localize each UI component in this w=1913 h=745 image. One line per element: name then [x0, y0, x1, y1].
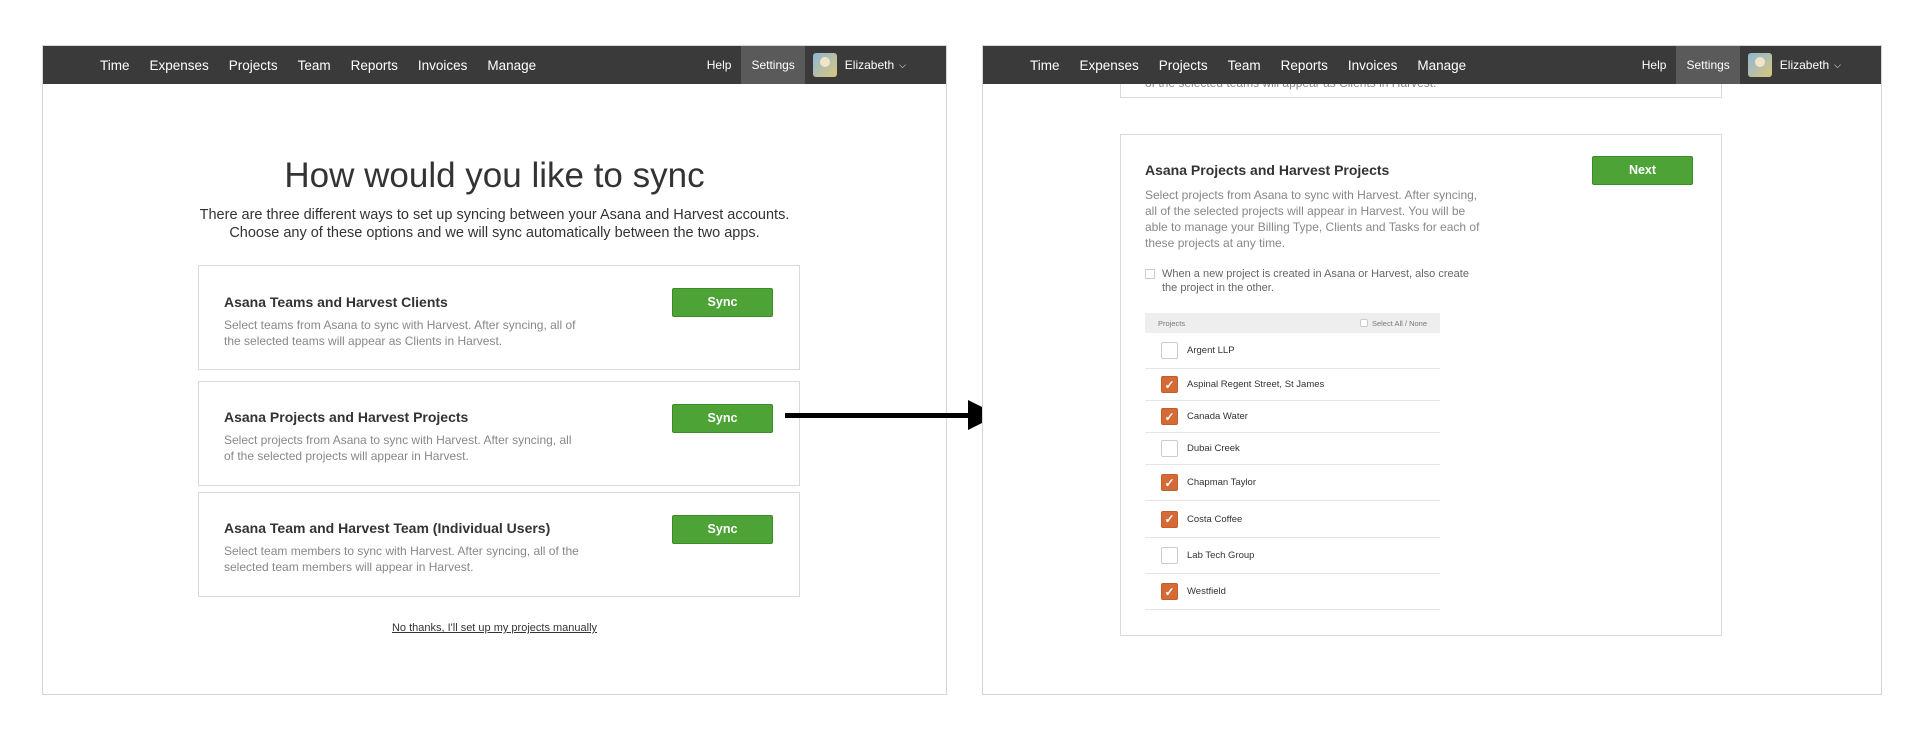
card-description: Select teams from Asana to sync with Har…	[224, 318, 576, 348]
auto-create-label: When a new project is created in Asana o…	[1162, 268, 1469, 294]
nav-reports[interactable]: Reports	[1281, 58, 1328, 73]
teams-clients-card: Asana Teams and Harvest Clients Select t…	[198, 265, 800, 370]
checkmark-icon[interactable]: ✓	[1161, 474, 1178, 491]
top-navigation: Time Expenses Projects Team Reports Invo…	[983, 46, 1881, 84]
project-name: Aspinal Regent Street, St James	[1187, 379, 1325, 390]
sync-projects-button[interactable]: Sync	[672, 404, 773, 433]
chevron-down-icon: ⌵	[899, 59, 906, 70]
nav-projects[interactable]: Projects	[1159, 58, 1208, 73]
project-row[interactable]: ✓ Costa Coffee	[1145, 501, 1440, 538]
nav-invoices[interactable]: Invoices	[1348, 58, 1398, 73]
page-title: How would you like to sync	[284, 156, 705, 195]
sync-teams-button[interactable]: Sync	[672, 288, 773, 317]
nav-help[interactable]: Help	[1642, 58, 1667, 72]
projects-list: Projects Select All / None Argent LLP ✓ …	[1145, 313, 1440, 610]
select-all-toggle[interactable]: Select All / None	[1359, 318, 1427, 328]
auto-create-option[interactable]: When a new project is created in Asana o…	[1145, 267, 1485, 295]
projects-list-header: Projects Select All / None	[1145, 313, 1440, 333]
column-header-projects: Projects	[1158, 318, 1186, 328]
project-name: Costa Coffee	[1187, 513, 1243, 525]
project-row[interactable]: ✓ Westfield	[1145, 574, 1440, 610]
auto-create-checkbox[interactable]	[1145, 269, 1155, 279]
project-name: Dubai Creek	[1187, 443, 1240, 454]
select-all-checkbox[interactable]	[1359, 319, 1368, 327]
nav-expenses[interactable]: Expenses	[150, 58, 209, 73]
project-row[interactable]: ✓ Chapman Taylor	[1145, 465, 1440, 501]
manual-setup-link[interactable]: No thanks, I'll set up my projects manua…	[43, 622, 946, 634]
project-name: Chapman Taylor	[1187, 477, 1257, 488]
card-description: Select projects from Asana to sync with …	[224, 433, 572, 463]
nav-manage[interactable]: Manage	[1417, 58, 1466, 73]
chevron-down-icon: ⌵	[1834, 59, 1841, 70]
checkmark-icon[interactable]: ✓	[1161, 408, 1178, 425]
user-name: Elizabeth	[844, 58, 895, 72]
nav-invoices[interactable]: Invoices	[418, 58, 468, 73]
nav-team[interactable]: Team	[1228, 58, 1261, 73]
nav-time[interactable]: Time	[1030, 58, 1060, 73]
project-name: Argent LLP	[1187, 345, 1235, 356]
project-name: Westfield	[1187, 586, 1226, 597]
projects-sync-card: Asana Projects and Harvest Projects Next…	[1120, 134, 1722, 636]
checkmark-icon[interactable]: ✓	[1161, 376, 1178, 393]
team-users-card: Asana Team and Harvest Team (Individual …	[198, 492, 800, 597]
user-name: Elizabeth	[1779, 58, 1830, 72]
project-row[interactable]: Argent LLP	[1145, 333, 1440, 369]
card-description: Select team members to sync with Harvest…	[224, 544, 579, 574]
project-row[interactable]: Lab Tech Group	[1145, 538, 1440, 574]
card-title: Asana Teams and Harvest Clients	[224, 294, 448, 310]
project-row[interactable]: Dubai Creek	[1145, 433, 1440, 465]
project-sync-screen: of the selected teams will appear as Cli…	[982, 45, 1882, 695]
project-checkbox[interactable]	[1161, 440, 1178, 457]
card-title: Asana Team and Harvest Team (Individual …	[224, 520, 551, 536]
checkmark-icon[interactable]: ✓	[1161, 583, 1178, 600]
avatar	[812, 53, 837, 77]
description-line-2: Choose any of these options and we will …	[229, 225, 760, 241]
nav-reports[interactable]: Reports	[351, 58, 398, 73]
nav-help[interactable]: Help	[707, 58, 732, 72]
projects-projects-card: Asana Projects and Harvest Projects Sele…	[198, 381, 800, 486]
user-menu[interactable]: Elizabeth ⌵	[1747, 53, 1841, 77]
next-button[interactable]: Next	[1592, 156, 1693, 185]
nav-manage[interactable]: Manage	[487, 58, 536, 73]
page-description: There are three different ways to set up…	[43, 206, 946, 242]
nav-time[interactable]: Time	[100, 58, 130, 73]
nav-team[interactable]: Team	[298, 58, 331, 73]
top-navigation: Time Expenses Projects Team Reports Invo…	[43, 46, 946, 84]
avatar	[1747, 53, 1772, 77]
arrow-icon	[785, 413, 970, 418]
project-checkbox[interactable]	[1161, 342, 1178, 359]
nav-settings[interactable]: Settings	[741, 46, 805, 84]
user-menu[interactable]: Elizabeth ⌵	[812, 53, 906, 77]
nav-projects[interactable]: Projects	[229, 58, 278, 73]
select-all-label: Select All / None	[1371, 318, 1427, 328]
sync-users-button[interactable]: Sync	[672, 515, 773, 544]
project-row[interactable]: ✓ Aspinal Regent Street, St James	[1145, 369, 1440, 401]
project-row[interactable]: ✓ Canada Water	[1145, 401, 1440, 433]
project-checkbox[interactable]	[1161, 547, 1178, 564]
sync-options-screen: Time Expenses Projects Team Reports Invo…	[42, 45, 947, 695]
card-description: Select projects from Asana to sync with …	[1145, 188, 1480, 250]
description-line-1: There are three different ways to set up…	[199, 207, 790, 223]
nav-settings[interactable]: Settings	[1676, 46, 1740, 84]
project-name: Canada Water	[1187, 411, 1248, 422]
project-name: Lab Tech Group	[1187, 550, 1255, 561]
checkmark-icon[interactable]: ✓	[1161, 510, 1178, 528]
nav-expenses[interactable]: Expenses	[1080, 58, 1139, 73]
card-title: Asana Projects and Harvest Projects	[1145, 162, 1390, 178]
card-title: Asana Projects and Harvest Projects	[224, 409, 469, 425]
